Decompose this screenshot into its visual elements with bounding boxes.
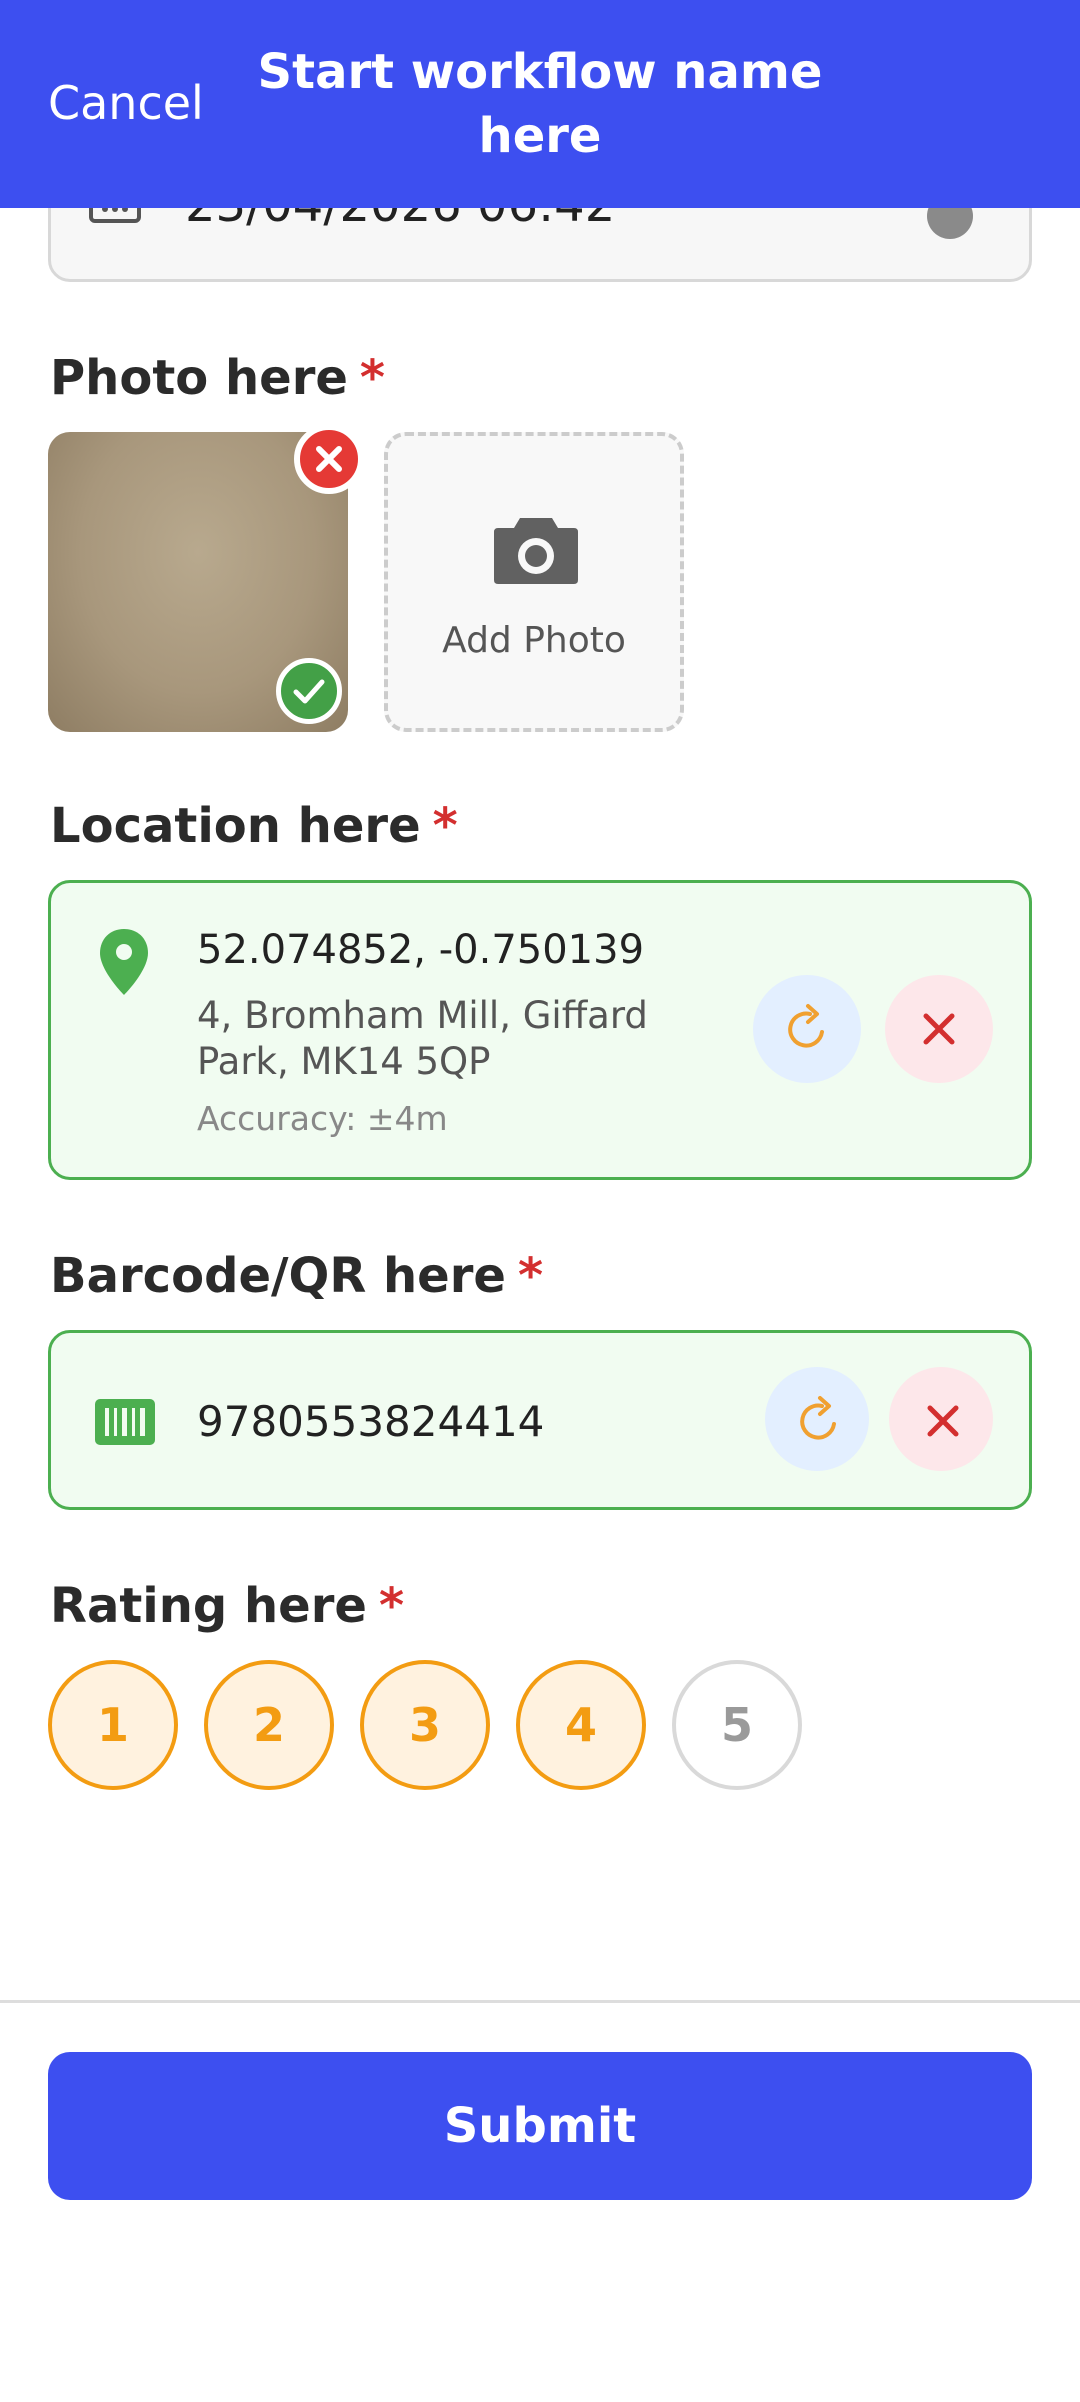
photo-uploaded-indicator bbox=[276, 658, 342, 724]
rating-option-3[interactable]: 3 bbox=[360, 1660, 490, 1790]
add-photo-button[interactable]: Add Photo bbox=[384, 432, 684, 732]
page-title: Start workflow name here bbox=[257, 44, 823, 164]
remove-barcode-button[interactable] bbox=[889, 1367, 993, 1471]
location-coordinates: 52.074852, -0.750139 bbox=[197, 927, 645, 973]
close-icon bbox=[927, 1405, 959, 1437]
remove-location-button[interactable] bbox=[885, 975, 993, 1083]
cancel-button[interactable]: Cancel bbox=[48, 76, 204, 130]
barcode-value: 9780553824414 bbox=[197, 1397, 545, 1446]
barcode-label-text: Barcode/QR here bbox=[50, 1248, 506, 1304]
photo-label: Photo here * bbox=[50, 350, 385, 406]
submit-button[interactable]: Submit bbox=[48, 2052, 1032, 2200]
add-photo-label: Add Photo bbox=[442, 620, 626, 661]
camera-icon bbox=[494, 518, 578, 584]
required-marker: * bbox=[378, 1578, 405, 1634]
location-address: 4, Bromham Mill, Giffard Park, MK14 5QP bbox=[197, 994, 648, 1083]
barcode-card: 9780553824414 bbox=[48, 1330, 1032, 1510]
close-icon bbox=[316, 446, 342, 472]
location-accuracy: Accuracy: ±4m bbox=[197, 1099, 448, 1138]
top-app-bar: Cancel Start workflow name here bbox=[0, 0, 1080, 208]
rating-label: Rating here * bbox=[50, 1578, 404, 1634]
barcode-icon bbox=[95, 1399, 155, 1445]
close-icon bbox=[923, 1013, 955, 1045]
rating-option-1[interactable]: 1 bbox=[48, 1660, 178, 1790]
location-label: Location here * bbox=[50, 798, 458, 854]
rating-option-2[interactable]: 2 bbox=[204, 1660, 334, 1790]
barcode-label: Barcode/QR here * bbox=[50, 1248, 543, 1304]
map-pin-icon bbox=[100, 929, 148, 995]
rating-option-4[interactable]: 4 bbox=[516, 1660, 646, 1790]
required-marker: * bbox=[432, 798, 458, 854]
refresh-icon bbox=[800, 1396, 836, 1440]
location-label-text: Location here bbox=[50, 798, 421, 854]
footer-divider bbox=[0, 2000, 1080, 2003]
location-card: 52.074852, -0.750139 4, Bromham Mill, Gi… bbox=[48, 880, 1032, 1180]
check-icon bbox=[293, 679, 325, 704]
photo-label-text: Photo here bbox=[50, 350, 348, 406]
refresh-icon bbox=[788, 1004, 824, 1048]
rescan-barcode-button[interactable] bbox=[765, 1367, 869, 1471]
rating-label-text: Rating here bbox=[50, 1578, 367, 1634]
required-marker: * bbox=[359, 350, 386, 406]
rating-option-5[interactable]: 5 bbox=[672, 1660, 802, 1790]
refresh-location-button[interactable] bbox=[753, 975, 861, 1083]
required-marker: * bbox=[517, 1248, 544, 1304]
remove-photo-button[interactable] bbox=[294, 424, 364, 494]
